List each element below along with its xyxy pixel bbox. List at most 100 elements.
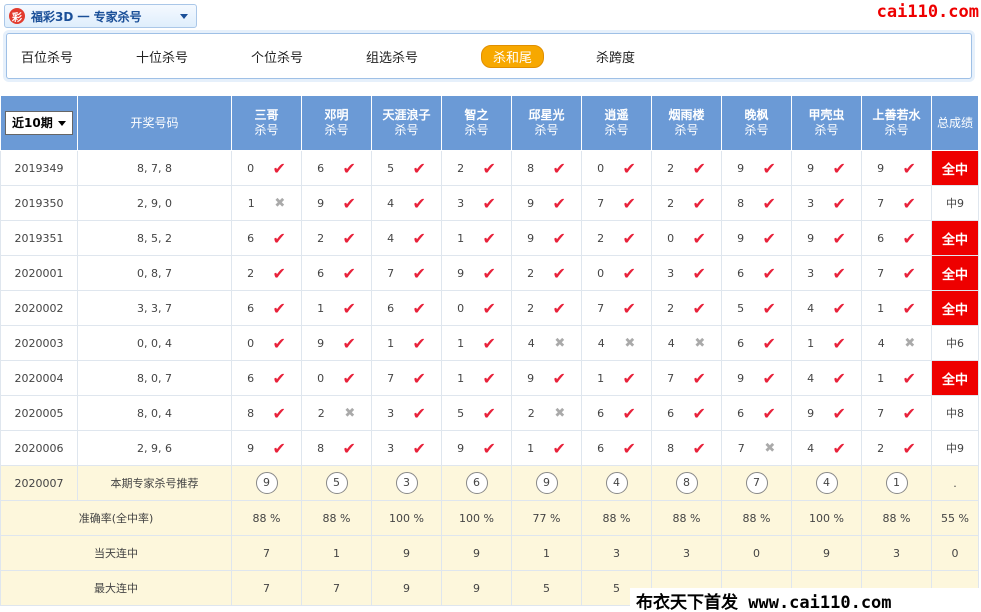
recommend-cell: 3 [371,465,442,501]
check-icon: ✔ [902,158,916,178]
kill-cell: 2 ✖ [301,395,372,431]
check-icon: ✔ [552,368,566,388]
check-icon: ✔ [622,193,636,213]
expert-subtitle: 杀号 [604,123,629,137]
expert-header[interactable]: 智之 杀号 [441,95,512,151]
check-icon: ✔ [342,438,356,458]
kill-value: 5 [457,406,465,420]
brand-logo[interactable]: cai110.com [877,2,979,22]
period-cell: 2020001 [0,255,78,291]
kill-value: 7 [877,196,885,210]
tab-sum-tail[interactable]: 杀和尾 [481,45,545,68]
expert-header[interactable]: 晚枫 杀号 [721,95,792,151]
kill-value: 4 [807,301,815,315]
check-icon: ✔ [832,333,846,353]
recommend-number[interactable]: 1 [885,472,908,494]
kill-value: 7 [667,371,675,385]
kill-value: 9 [737,371,745,385]
kill-cell: 9 ✔ [791,220,862,256]
check-icon: ✔ [552,193,566,213]
recommend-number[interactable]: 8 [675,472,698,494]
stat-cell: 1 [511,535,582,571]
expert-header[interactable]: 逍遥 杀号 [581,95,652,151]
recommend-number[interactable]: 4 [605,472,628,494]
total-cell: . [931,465,979,501]
expert-table: 近10期 开奖号码 三哥 杀号 邓明 杀号 天涯浪子 杀号 智之 杀号 邱星光 杀号 逍遥 杀号 烟雨楼… [0,95,979,606]
chevron-down-icon [180,14,188,19]
stat-label: 最大连中 [0,570,232,606]
expert-header[interactable]: 烟雨楼 杀号 [651,95,722,151]
kill-cell: 7 ✔ [861,255,932,291]
recommend-cell: 1 [861,465,932,501]
check-icon: ✔ [552,263,566,283]
kill-cell: 7 ✔ [581,185,652,221]
stat-cell: 88 % [581,500,652,536]
kill-cell: 9 ✔ [721,360,792,396]
recommend-number[interactable]: 3 [395,472,418,494]
expert-header[interactable]: 天涯浪子 杀号 [371,95,442,151]
expert-header[interactable]: 甲壳虫 杀号 [791,95,862,151]
tab-span[interactable]: 杀跨度 [596,47,635,66]
kill-value: 4 [527,336,535,350]
kill-cell: 6 ✔ [231,220,302,256]
tab-units[interactable]: 个位杀号 [251,47,303,66]
kill-value: 2 [877,441,885,455]
recommend-number[interactable]: 6 [465,472,488,494]
kill-cell: 9 ✔ [301,325,372,361]
kill-cell: 3 ✔ [371,395,442,431]
expert-header[interactable]: 上善若水 杀号 [861,95,932,151]
kill-value: 3 [457,196,465,210]
check-icon: ✔ [342,193,356,213]
kill-cell: 9 ✔ [791,395,862,431]
draw-cell: 2, 9, 0 [77,185,232,221]
kill-cell: 8 ✔ [651,430,722,466]
kill-value: 4 [387,196,395,210]
check-icon: ✔ [482,298,496,318]
recommend-number[interactable]: 4 [815,472,838,494]
check-icon: ✔ [832,403,846,423]
check-icon: ✔ [762,403,776,423]
check-icon: ✔ [482,263,496,283]
tab-hundreds[interactable]: 百位杀号 [21,47,73,66]
draw-cell: 8, 0, 4 [77,395,232,431]
kill-cell: 5 ✔ [371,150,442,186]
table-row: 2020005 8, 0, 4 8 ✔ 2 ✖ 3 ✔ 5 ✔ 2 ✖ 6 ✔ 6 ✔ 6 ✔ 9 ✔ 7 ✔ 中8 [0,395,979,431]
kill-value: 6 [247,231,255,245]
kill-cell: 4 ✖ [861,325,932,361]
kill-value: 4 [387,231,395,245]
lottery-selector[interactable]: 彩 福彩3D 一 专家杀号 [4,4,197,28]
recommend-number[interactable]: 7 [745,472,768,494]
kill-value: 7 [387,266,395,280]
expert-header[interactable]: 邓明 杀号 [301,95,372,151]
check-icon: ✔ [482,193,496,213]
kill-cell: 7 ✔ [371,255,442,291]
tab-group[interactable]: 组选杀号 [366,47,418,66]
kill-cell: 0 ✔ [231,325,302,361]
kill-value: 8 [667,441,675,455]
check-icon: ✔ [902,228,916,248]
recommend-number[interactable]: 9 [255,472,278,494]
stat-cell: 7 [301,570,372,606]
check-icon: ✔ [412,158,426,178]
check-icon: ✔ [412,333,426,353]
kill-cell: 2 ✔ [441,150,512,186]
period-select[interactable]: 近10期 [5,111,73,135]
tab-tens[interactable]: 十位杀号 [136,47,188,66]
check-icon: ✔ [902,438,916,458]
kill-cell: 4 ✖ [581,325,652,361]
kill-value: 9 [527,196,535,210]
kill-value: 0 [597,161,605,175]
check-icon: ✔ [412,193,426,213]
recommend-cell: 9 [231,465,302,501]
check-icon: ✔ [762,298,776,318]
check-icon: ✔ [622,228,636,248]
kill-value: 2 [247,266,255,280]
recommend-number[interactable]: 9 [535,472,558,494]
check-icon: ✔ [832,158,846,178]
expert-header[interactable]: 邱星光 杀号 [511,95,582,151]
recommend-number[interactable]: 5 [325,472,348,494]
expert-header[interactable]: 三哥 杀号 [231,95,302,151]
kill-cell: 9 ✔ [231,430,302,466]
kill-cell: 6 ✔ [651,395,722,431]
kill-cell: 6 ✔ [721,255,792,291]
